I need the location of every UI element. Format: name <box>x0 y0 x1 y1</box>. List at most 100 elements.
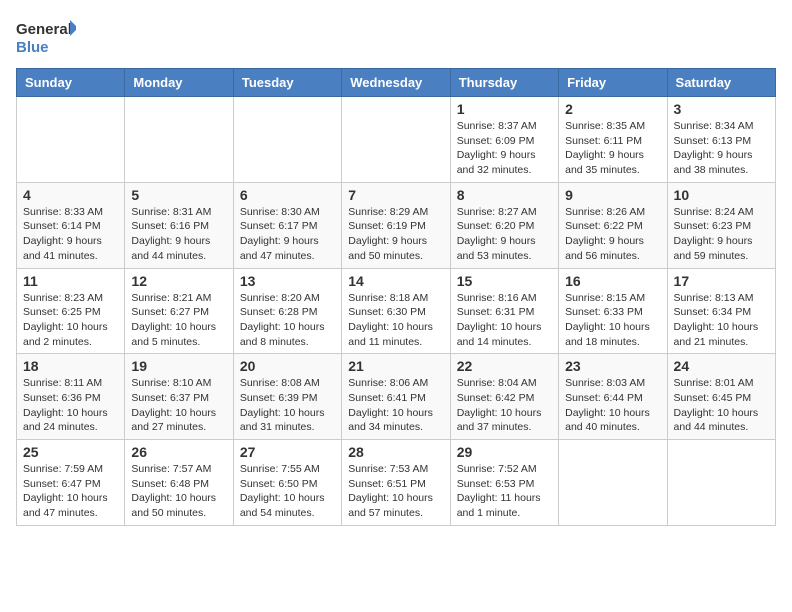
day-info: Sunrise: 8:26 AM Sunset: 6:22 PM Dayligh… <box>565 205 660 264</box>
calendar-cell: 4 Sunrise: 8:33 AM Sunset: 6:14 PM Daylig… <box>17 182 125 268</box>
calendar-cell: 5 Sunrise: 8:31 AM Sunset: 6:16 PM Daylig… <box>125 182 233 268</box>
svg-text:General: General <box>16 21 72 38</box>
calendar-cell: 10 Sunrise: 8:24 AM Sunset: 6:23 PM Dayli… <box>667 182 775 268</box>
day-number: 23 <box>565 358 660 374</box>
day-info: Sunrise: 8:33 AM Sunset: 6:14 PM Dayligh… <box>23 205 118 264</box>
calendar-cell <box>559 440 667 526</box>
day-number: 3 <box>674 101 769 117</box>
day-info: Sunrise: 7:55 AM Sunset: 6:50 PM Dayligh… <box>240 462 335 521</box>
weekday-header-saturday: Saturday <box>667 69 775 97</box>
day-number: 28 <box>348 444 443 460</box>
weekday-header-monday: Monday <box>125 69 233 97</box>
day-info: Sunrise: 7:52 AM Sunset: 6:53 PM Dayligh… <box>457 462 552 521</box>
week-row-3: 11 Sunrise: 8:23 AM Sunset: 6:25 PM Dayli… <box>17 268 776 354</box>
day-number: 10 <box>674 187 769 203</box>
day-info: Sunrise: 8:04 AM Sunset: 6:42 PM Dayligh… <box>457 376 552 435</box>
day-number: 18 <box>23 358 118 374</box>
day-number: 16 <box>565 273 660 289</box>
calendar-cell: 23 Sunrise: 8:03 AM Sunset: 6:44 PM Dayli… <box>559 354 667 440</box>
day-number: 11 <box>23 273 118 289</box>
day-info: Sunrise: 8:30 AM Sunset: 6:17 PM Dayligh… <box>240 205 335 264</box>
calendar-cell <box>342 97 450 183</box>
day-number: 19 <box>131 358 226 374</box>
day-info: Sunrise: 8:29 AM Sunset: 6:19 PM Dayligh… <box>348 205 443 264</box>
calendar-cell: 2 Sunrise: 8:35 AM Sunset: 6:11 PM Daylig… <box>559 97 667 183</box>
day-info: Sunrise: 8:06 AM Sunset: 6:41 PM Dayligh… <box>348 376 443 435</box>
calendar-cell <box>233 97 341 183</box>
day-info: Sunrise: 8:10 AM Sunset: 6:37 PM Dayligh… <box>131 376 226 435</box>
header: General Blue <box>16 16 776 60</box>
calendar-cell: 19 Sunrise: 8:10 AM Sunset: 6:37 PM Dayli… <box>125 354 233 440</box>
calendar-cell: 28 Sunrise: 7:53 AM Sunset: 6:51 PM Dayli… <box>342 440 450 526</box>
day-number: 20 <box>240 358 335 374</box>
weekday-header-row: SundayMondayTuesdayWednesdayThursdayFrid… <box>17 69 776 97</box>
day-number: 1 <box>457 101 552 117</box>
day-info: Sunrise: 8:20 AM Sunset: 6:28 PM Dayligh… <box>240 291 335 350</box>
day-number: 25 <box>23 444 118 460</box>
calendar-cell: 14 Sunrise: 8:18 AM Sunset: 6:30 PM Dayli… <box>342 268 450 354</box>
calendar-cell: 3 Sunrise: 8:34 AM Sunset: 6:13 PM Daylig… <box>667 97 775 183</box>
calendar-cell: 11 Sunrise: 8:23 AM Sunset: 6:25 PM Dayli… <box>17 268 125 354</box>
day-info: Sunrise: 8:23 AM Sunset: 6:25 PM Dayligh… <box>23 291 118 350</box>
day-number: 17 <box>674 273 769 289</box>
day-number: 22 <box>457 358 552 374</box>
day-number: 5 <box>131 187 226 203</box>
day-number: 6 <box>240 187 335 203</box>
calendar-cell <box>125 97 233 183</box>
weekday-header-sunday: Sunday <box>17 69 125 97</box>
calendar-cell: 29 Sunrise: 7:52 AM Sunset: 6:53 PM Dayli… <box>450 440 558 526</box>
day-number: 27 <box>240 444 335 460</box>
calendar-cell: 17 Sunrise: 8:13 AM Sunset: 6:34 PM Dayli… <box>667 268 775 354</box>
day-info: Sunrise: 8:01 AM Sunset: 6:45 PM Dayligh… <box>674 376 769 435</box>
calendar-cell: 20Sunrise: 8:08 AM Sunset: 6:39 PM Dayli… <box>233 354 341 440</box>
calendar-cell: 27 Sunrise: 7:55 AM Sunset: 6:50 PM Dayli… <box>233 440 341 526</box>
week-row-1: 1Sunrise: 8:37 AM Sunset: 6:09 PM Daylig… <box>17 97 776 183</box>
day-info: Sunrise: 8:35 AM Sunset: 6:11 PM Dayligh… <box>565 119 660 178</box>
day-number: 13 <box>240 273 335 289</box>
svg-text:Blue: Blue <box>16 39 49 56</box>
day-number: 2 <box>565 101 660 117</box>
day-info: Sunrise: 8:03 AM Sunset: 6:44 PM Dayligh… <box>565 376 660 435</box>
week-row-4: 18 Sunrise: 8:11 AM Sunset: 6:36 PM Dayli… <box>17 354 776 440</box>
day-info: Sunrise: 8:13 AM Sunset: 6:34 PM Dayligh… <box>674 291 769 350</box>
calendar-cell: 1Sunrise: 8:37 AM Sunset: 6:09 PM Daylig… <box>450 97 558 183</box>
calendar-table: SundayMondayTuesdayWednesdayThursdayFrid… <box>16 68 776 526</box>
calendar-cell: 12 Sunrise: 8:21 AM Sunset: 6:27 PM Dayli… <box>125 268 233 354</box>
calendar-cell: 26 Sunrise: 7:57 AM Sunset: 6:48 PM Dayli… <box>125 440 233 526</box>
calendar-cell: 16 Sunrise: 8:15 AM Sunset: 6:33 PM Dayli… <box>559 268 667 354</box>
day-info: Sunrise: 7:59 AM Sunset: 6:47 PM Dayligh… <box>23 462 118 521</box>
day-number: 12 <box>131 273 226 289</box>
day-number: 29 <box>457 444 552 460</box>
day-number: 15 <box>457 273 552 289</box>
day-number: 8 <box>457 187 552 203</box>
logo: General Blue <box>16 16 76 60</box>
day-info: Sunrise: 8:11 AM Sunset: 6:36 PM Dayligh… <box>23 376 118 435</box>
day-info: Sunrise: 7:57 AM Sunset: 6:48 PM Dayligh… <box>131 462 226 521</box>
calendar-cell: 21 Sunrise: 8:06 AM Sunset: 6:41 PM Dayli… <box>342 354 450 440</box>
calendar-cell: 7Sunrise: 8:29 AM Sunset: 6:19 PM Daylig… <box>342 182 450 268</box>
calendar-cell <box>667 440 775 526</box>
calendar-cell: 13 Sunrise: 8:20 AM Sunset: 6:28 PM Dayli… <box>233 268 341 354</box>
day-info: Sunrise: 8:27 AM Sunset: 6:20 PM Dayligh… <box>457 205 552 264</box>
weekday-header-thursday: Thursday <box>450 69 558 97</box>
day-number: 4 <box>23 187 118 203</box>
day-info: Sunrise: 8:24 AM Sunset: 6:23 PM Dayligh… <box>674 205 769 264</box>
day-info: Sunrise: 8:21 AM Sunset: 6:27 PM Dayligh… <box>131 291 226 350</box>
day-number: 21 <box>348 358 443 374</box>
day-info: Sunrise: 7:53 AM Sunset: 6:51 PM Dayligh… <box>348 462 443 521</box>
calendar-cell: 15 Sunrise: 8:16 AM Sunset: 6:31 PM Dayli… <box>450 268 558 354</box>
day-info: Sunrise: 8:16 AM Sunset: 6:31 PM Dayligh… <box>457 291 552 350</box>
day-number: 24 <box>674 358 769 374</box>
day-number: 26 <box>131 444 226 460</box>
day-info: Sunrise: 8:15 AM Sunset: 6:33 PM Dayligh… <box>565 291 660 350</box>
weekday-header-tuesday: Tuesday <box>233 69 341 97</box>
calendar-cell: 8 Sunrise: 8:27 AM Sunset: 6:20 PM Daylig… <box>450 182 558 268</box>
day-number: 9 <box>565 187 660 203</box>
day-info: Sunrise: 8:18 AM Sunset: 6:30 PM Dayligh… <box>348 291 443 350</box>
calendar-cell: 6 Sunrise: 8:30 AM Sunset: 6:17 PM Daylig… <box>233 182 341 268</box>
day-info: Sunrise: 8:34 AM Sunset: 6:13 PM Dayligh… <box>674 119 769 178</box>
weekday-header-friday: Friday <box>559 69 667 97</box>
day-number: 14 <box>348 273 443 289</box>
calendar-cell: 9 Sunrise: 8:26 AM Sunset: 6:22 PM Daylig… <box>559 182 667 268</box>
day-info: Sunrise: 8:31 AM Sunset: 6:16 PM Dayligh… <box>131 205 226 264</box>
